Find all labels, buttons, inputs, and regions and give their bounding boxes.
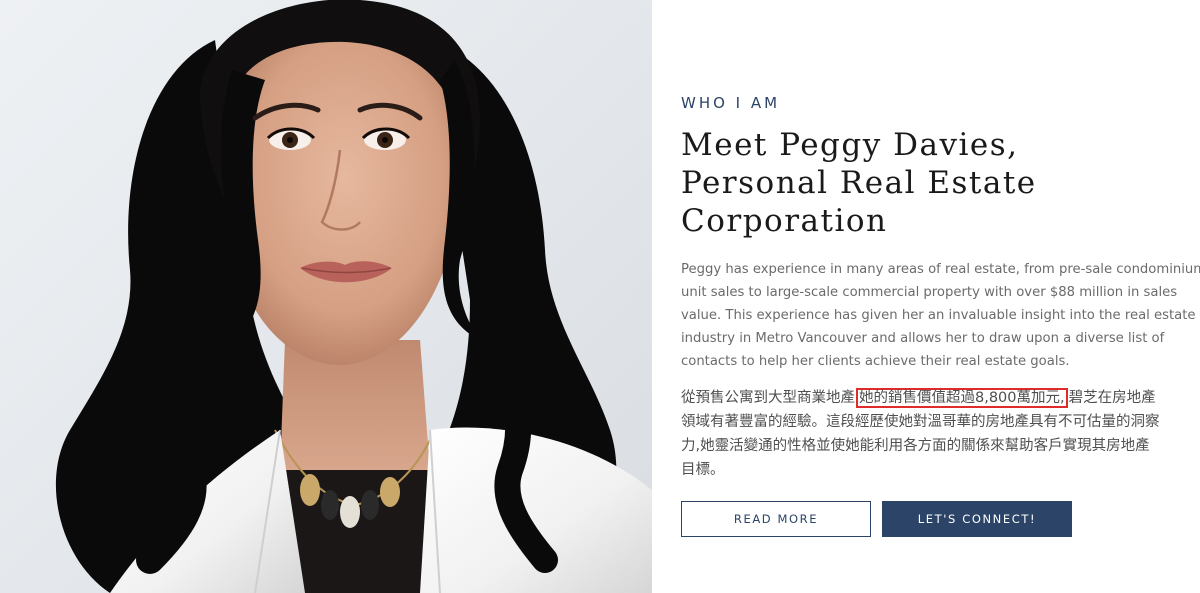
headline-line: Meet Peggy Davies, <box>681 127 1019 163</box>
bio-zh-text: 從預售公寓到大型商業地產 <box>681 390 855 406</box>
bio-zh-line: 目標。 <box>681 462 725 478</box>
about-section: WHO I AM Meet Peggy Davies, Personal Rea… <box>0 0 1200 593</box>
bio-line: contacts to help her clients achieve the… <box>681 354 1070 369</box>
bio-line: Peggy has experience in many areas of re… <box>681 262 1200 277</box>
bio-line: unit sales to large-scale commercial pro… <box>681 285 1178 300</box>
bio-zh-line: 領域有著豐富的經驗。這段經歷使她對溫哥華的房地產具有不可估量的洞察 <box>681 414 1160 430</box>
bio-zh-line: 從預售公寓到大型商業地產 她的銷售價值超過8,800萬加元, 碧芝在房地產 <box>681 386 1186 410</box>
headline-line: Corporation <box>681 203 888 239</box>
bio-line: value. This experience has given her an … <box>681 308 1196 323</box>
bio-chinese: 從預售公寓到大型商業地產 她的銷售價值超過8,800萬加元, 碧芝在房地產 領域有著… <box>681 386 1186 482</box>
bio-zh-text: 碧芝在房地產 <box>1068 390 1156 406</box>
highlighted-sales-value: 她的銷售價值超過8,800萬加元, <box>856 388 1068 408</box>
headline-line: Personal Real Estate <box>681 165 1037 201</box>
section-eyebrow: WHO I AM <box>681 94 781 112</box>
bio-english: Peggy has experience in many areas of re… <box>681 258 1200 373</box>
lets-connect-button[interactable]: LET'S CONNECT! <box>882 501 1072 537</box>
page-title: Meet Peggy Davies, Personal Real Estate … <box>681 126 1181 240</box>
read-more-button[interactable]: READ MORE <box>681 501 871 537</box>
portrait-image <box>0 0 652 593</box>
bio-line: industry in Metro Vancouver and allows h… <box>681 331 1165 346</box>
bio-zh-line: 力,她靈活變通的性格並使她能利用各方面的關係來幫助客戶實現其房地產 <box>681 438 1150 454</box>
